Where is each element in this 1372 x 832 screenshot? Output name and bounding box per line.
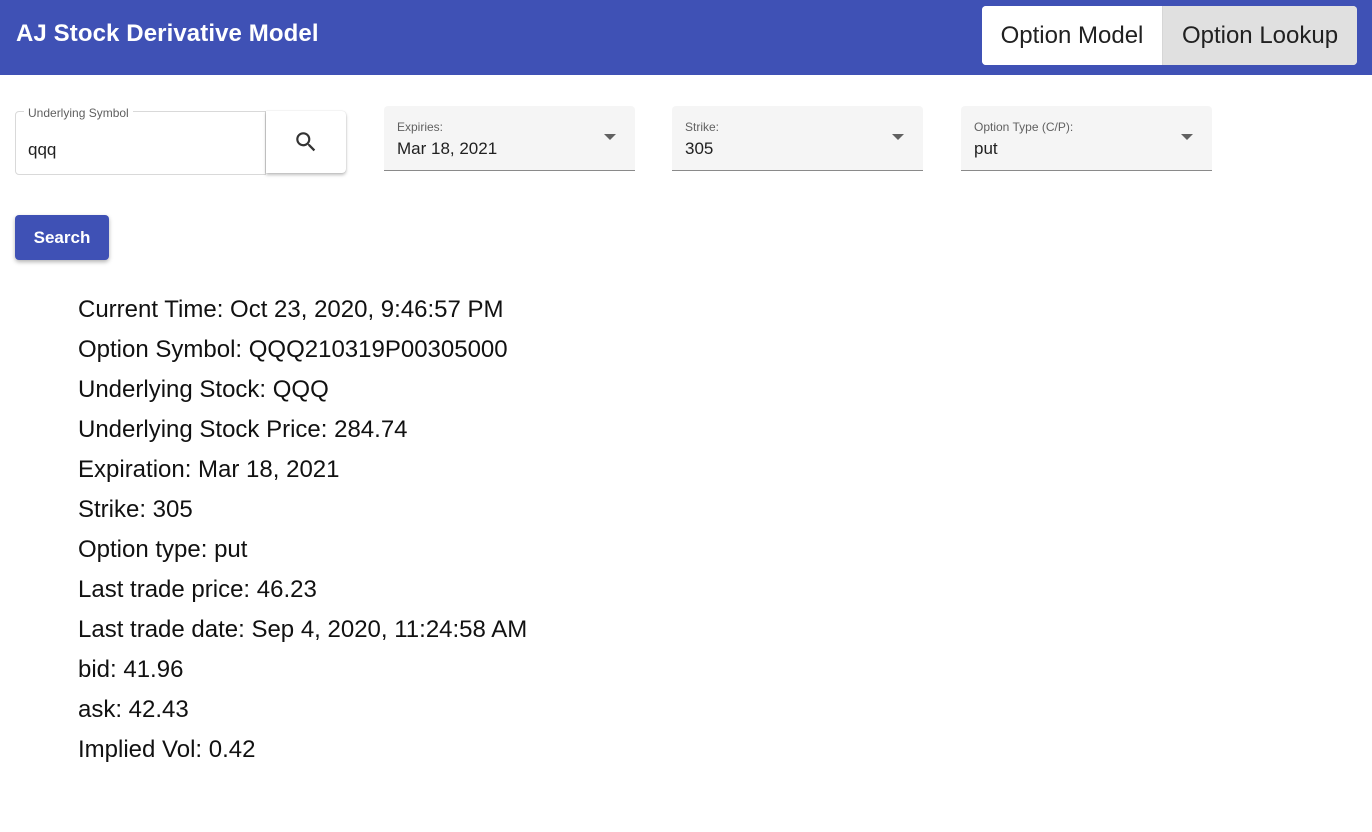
underlying-stock-line: Underlying Stock: QQQ [78,376,329,403]
last-trade-date-line: Last trade date: Sep 4, 2020, 11:24:58 A… [78,616,528,643]
underlying-symbol-label: Underlying Symbol [24,106,133,120]
underlying-price-line: Underlying Stock Price: 284.74 [78,416,408,443]
expiries-label: Expiries: [397,120,444,134]
nav-toggle-group: Option Model Option Lookup [982,6,1357,65]
symbol-search-button[interactable] [266,111,346,173]
underlying-symbol-field[interactable]: Underlying Symbol [15,106,266,175]
bid-line: bid: 41.96 [78,656,184,683]
option-type-select[interactable]: Option Type (C/P): put [961,106,1212,171]
underlying-symbol-input[interactable] [28,138,248,162]
strike-label: Strike: [685,120,720,134]
option-model-tab[interactable]: Option Model [982,6,1163,65]
dropdown-arrow-icon [1181,134,1193,140]
option-type-line: Option type: put [78,536,248,563]
current-time-line: Current Time: Oct 23, 2020, 9:46:57 PM [78,296,504,323]
app-title: AJ Stock Derivative Model [16,20,319,47]
option-type-label: Option Type (C/P): [974,120,1074,134]
app-toolbar: AJ Stock Derivative Model Option Model O… [0,0,1372,75]
search-icon [296,132,316,152]
expiration-line: Expiration: Mar 18, 2021 [78,456,340,483]
search-button[interactable]: Search [15,215,109,260]
strike-line: Strike: 305 [78,496,193,523]
strike-value: 305 [685,139,714,158]
last-trade-price-line: Last trade price: 46.23 [78,576,317,603]
option-type-value: put [974,139,998,158]
dropdown-arrow-icon [604,134,616,140]
option-symbol-line: Option Symbol: QQQ210319P00305000 [78,336,508,363]
expiries-value: Mar 18, 2021 [397,139,498,158]
implied-vol-line: Implied Vol: 0.42 [78,736,256,763]
ask-line: ask: 42.43 [78,696,189,723]
expiries-select[interactable]: Expiries: Mar 18, 2021 [384,106,635,171]
option-lookup-tab[interactable]: Option Lookup [1163,6,1357,65]
option-details: Current Time: Oct 23, 2020, 9:46:57 PM O… [78,292,527,772]
dropdown-arrow-icon [892,134,904,140]
strike-select[interactable]: Strike: 305 [672,106,923,171]
